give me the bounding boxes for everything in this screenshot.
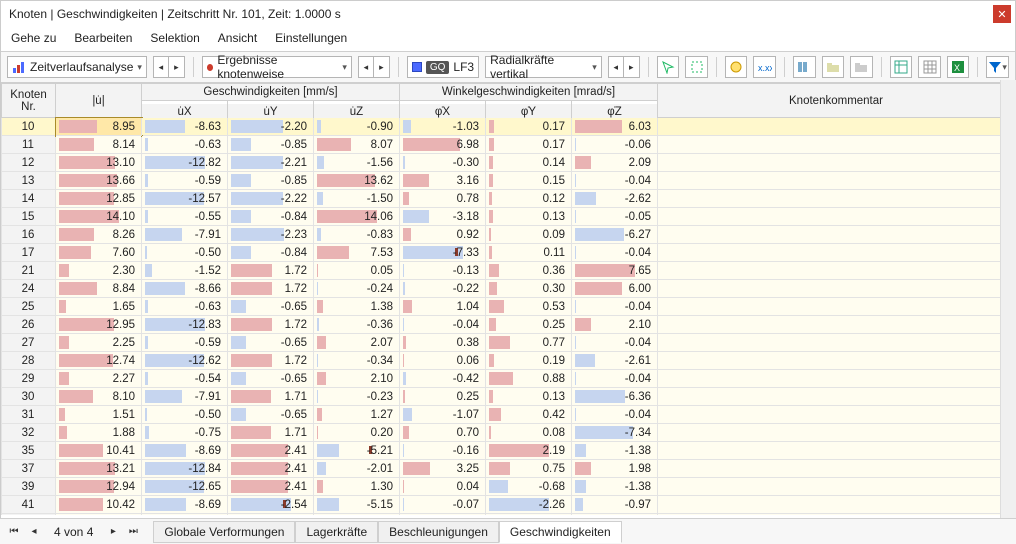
first-page-button[interactable]: ⏮ xyxy=(6,523,22,541)
select-cursor-button[interactable] xyxy=(657,56,680,78)
table-row[interactable]: 311.51-0.50-0.651.27-1.070.42-0.04 xyxy=(2,406,1015,424)
grid-button[interactable] xyxy=(918,56,941,78)
analysis-prev-button[interactable]: ◂ xyxy=(153,56,169,78)
highlight-button[interactable] xyxy=(725,56,748,78)
svg-text:X: X xyxy=(954,63,960,73)
prev-page-button[interactable]: ◂ xyxy=(26,523,42,541)
chevron-down-icon: ▾ xyxy=(592,62,597,73)
tab-remove-button[interactable] xyxy=(850,56,873,78)
square-icon xyxy=(412,62,422,72)
tab-2[interactable]: Beschleunigungen xyxy=(378,521,499,543)
table-row[interactable]: 168.26-7.91-2.23-0.830.920.09-6.27 xyxy=(2,226,1015,244)
force-type-label: Radialkräfte vertikal xyxy=(490,53,588,81)
export-table-button[interactable] xyxy=(890,56,913,78)
menu-bearbeiten[interactable]: Bearbeiten xyxy=(74,31,132,45)
table-row[interactable]: 4313.21-12.82-2.54-1.943.27-0.851.98 xyxy=(2,514,1015,516)
tab-1[interactable]: Lagerkräfte xyxy=(295,521,378,543)
table-row[interactable]: 108.95-8.63-2.20-0.90-1.030.176.03 xyxy=(2,118,1015,136)
table-row[interactable]: 118.14-0.63-0.858.076.980.17-0.06 xyxy=(2,136,1015,154)
table-row[interactable]: 4110.42-8.69-2.54-5.15-0.07-2.26-0.97 xyxy=(2,496,1015,514)
data-table[interactable]: Knoten Nr. |u̇| Geschwindigkeiten [mm/s]… xyxy=(1,83,1015,515)
table-row[interactable]: 3510.41-8.692.41-5.21-0.162.19-1.38 xyxy=(2,442,1015,460)
force-type-dropdown[interactable]: Radialkräfte vertikal ▾ xyxy=(485,56,602,78)
col-komm[interactable]: Knotenkommentar xyxy=(658,84,1015,118)
table-row[interactable]: 1313.66-0.59-0.8513.623.160.15-0.04 xyxy=(2,172,1015,190)
close-button[interactable]: ✕ xyxy=(993,5,1011,23)
analysis-next-button[interactable]: ▸ xyxy=(169,56,185,78)
table-row[interactable]: 251.65-0.63-0.651.381.040.53-0.04 xyxy=(2,298,1015,316)
next-page-button[interactable]: ▸ xyxy=(105,523,121,541)
analysis-dropdown[interactable]: Zeitverlaufsanalyse ▾ xyxy=(7,56,147,78)
table-row[interactable]: 272.25-0.59-0.652.070.380.77-0.04 xyxy=(2,334,1015,352)
results-mode-label: Ergebnisse knotenweise xyxy=(217,53,338,81)
last-page-button[interactable]: ⏭ xyxy=(125,523,141,541)
tab-3[interactable]: Geschwindigkeiten xyxy=(499,521,622,543)
colgroup-speed: Geschwindigkeiten [mm/s] xyxy=(142,84,400,101)
col-u[interactable]: |u̇| xyxy=(56,84,142,118)
mode-prev-button[interactable]: ◂ xyxy=(358,56,374,78)
tab-0[interactable]: Globale Verformungen xyxy=(153,521,295,543)
force-prev-button[interactable]: ◂ xyxy=(608,56,624,78)
table-row[interactable]: 177.60-0.50-0.847.53-7.330.11-0.04 xyxy=(2,244,1015,262)
analysis-label: Zeitverlaufsanalyse xyxy=(30,60,133,74)
loadcase-dropdown[interactable]: GQ LF3 xyxy=(407,56,479,78)
table-row[interactable]: 3713.21-12.842.41-2.013.250.751.98 xyxy=(2,460,1015,478)
menu-einstellungen[interactable]: Einstellungen xyxy=(275,31,347,45)
results-mode-dropdown[interactable]: Ergebnisse knotenweise ▾ xyxy=(202,56,352,78)
table-row[interactable]: 292.27-0.54-0.652.10-0.420.88-0.04 xyxy=(2,370,1015,388)
chevron-down-icon: ▾ xyxy=(342,62,347,73)
chart-icon xyxy=(12,60,26,74)
table-row[interactable]: 321.88-0.751.710.200.700.08-7.34 xyxy=(2,424,1015,442)
colgroup-angular: Winkelgeschwindigkeiten [mrad/s] xyxy=(400,84,658,101)
col-knoten[interactable]: Knoten Nr. xyxy=(2,84,56,118)
table-row[interactable]: 1412.85-12.57-2.22-1.500.780.12-2.62 xyxy=(2,190,1015,208)
excel-button[interactable]: X xyxy=(947,56,970,78)
page-indicator: 4 von 4 xyxy=(46,525,101,539)
filter-button[interactable]: ▾ xyxy=(986,56,1009,78)
lf-chip: GQ xyxy=(426,61,450,74)
svg-text:x.xx: x.xx xyxy=(758,63,772,73)
menubar: Gehe zu Bearbeiten Selektion Ansicht Einstel… xyxy=(1,27,1015,52)
table-row[interactable]: 212.30-1.521.720.05-0.130.367.65 xyxy=(2,262,1015,280)
menu-ansicht[interactable]: Ansicht xyxy=(218,31,257,45)
table-row[interactable]: 2612.95-12.831.72-0.36-0.040.252.10 xyxy=(2,316,1015,334)
bullet-icon xyxy=(207,64,214,71)
window-title: Knoten | Geschwindigkeiten | Zeitschritt… xyxy=(9,7,341,21)
table-row[interactable]: 1213.10-12.82-2.21-1.56-0.300.142.09 xyxy=(2,154,1015,172)
toolbar: Zeitverlaufsanalyse ▾ ◂ ▸ Ergebnisse kno… xyxy=(1,52,1015,83)
table-row[interactable]: 1514.10-0.55-0.8414.06-3.180.13-0.05 xyxy=(2,208,1015,226)
menu-gehe zu[interactable]: Gehe zu xyxy=(11,31,56,45)
table-row[interactable]: 248.84-8.661.72-0.24-0.220.306.00 xyxy=(2,280,1015,298)
columns-button[interactable] xyxy=(793,56,816,78)
table-row[interactable]: 2812.74-12.621.72-0.340.060.19-2.61 xyxy=(2,352,1015,370)
tab-add-button[interactable] xyxy=(822,56,845,78)
precision-button[interactable]: x.xx xyxy=(753,56,776,78)
mode-next-button[interactable]: ▸ xyxy=(374,56,390,78)
table-row[interactable]: 3912.94-12.652.411.300.04-0.68-1.38 xyxy=(2,478,1015,496)
chevron-down-icon: ▾ xyxy=(137,62,142,73)
vertical-scrollbar[interactable] xyxy=(1000,80,1016,518)
menu-selektion[interactable]: Selektion xyxy=(150,31,199,45)
force-next-button[interactable]: ▸ xyxy=(624,56,640,78)
lf-label: LF3 xyxy=(453,60,474,74)
select-rect-button[interactable] xyxy=(685,56,708,78)
table-row[interactable]: 308.10-7.911.71-0.230.250.13-6.36 xyxy=(2,388,1015,406)
